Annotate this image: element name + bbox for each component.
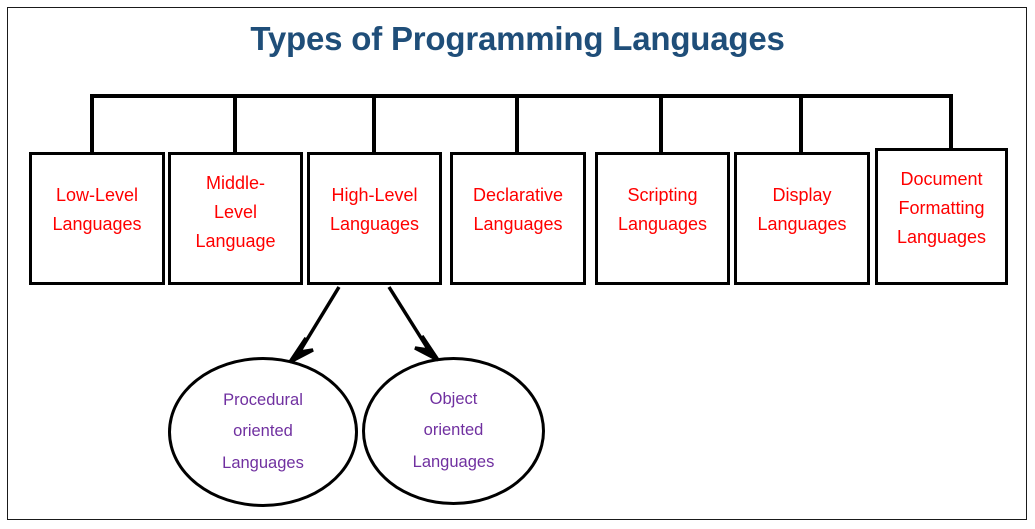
- arrow-head-object: [414, 335, 440, 362]
- box-declarative[interactable]: Declarative Languages: [450, 152, 586, 285]
- box-declarative-label: Declarative Languages: [472, 185, 564, 235]
- box-high-level-label: High-Level Languages: [329, 185, 420, 235]
- box-display[interactable]: Display Languages: [734, 152, 870, 285]
- box-display-label: Display Languages: [757, 185, 847, 235]
- ellipse-object-oriented[interactable]: Object oriented Languages: [362, 357, 545, 505]
- ellipse-procedural-oriented[interactable]: Procedural oriented Languages: [168, 357, 358, 507]
- box-low-level-label: Low-Level Languages: [52, 185, 142, 235]
- box-document-formatting-label: Document Formatting Languages: [896, 169, 987, 248]
- diagram-canvas: Types of Programming Languages Low-Level…: [0, 0, 1035, 529]
- box-scripting[interactable]: Scripting Languages: [595, 152, 730, 285]
- box-document-formatting[interactable]: Document Formatting Languages: [875, 148, 1008, 285]
- ellipse-object-oriented-label: Object oriented Languages: [412, 390, 495, 471]
- arrow-head-procedural: [288, 337, 314, 364]
- ellipse-procedural-oriented-label: Procedural oriented Languages: [222, 391, 304, 472]
- box-middle-level-label: Middle- Level Language: [195, 173, 276, 252]
- box-high-level[interactable]: High-Level Languages: [307, 152, 442, 285]
- box-low-level[interactable]: Low-Level Languages: [29, 152, 165, 285]
- box-middle-level[interactable]: Middle- Level Language: [168, 152, 303, 285]
- box-scripting-label: Scripting Languages: [617, 185, 708, 235]
